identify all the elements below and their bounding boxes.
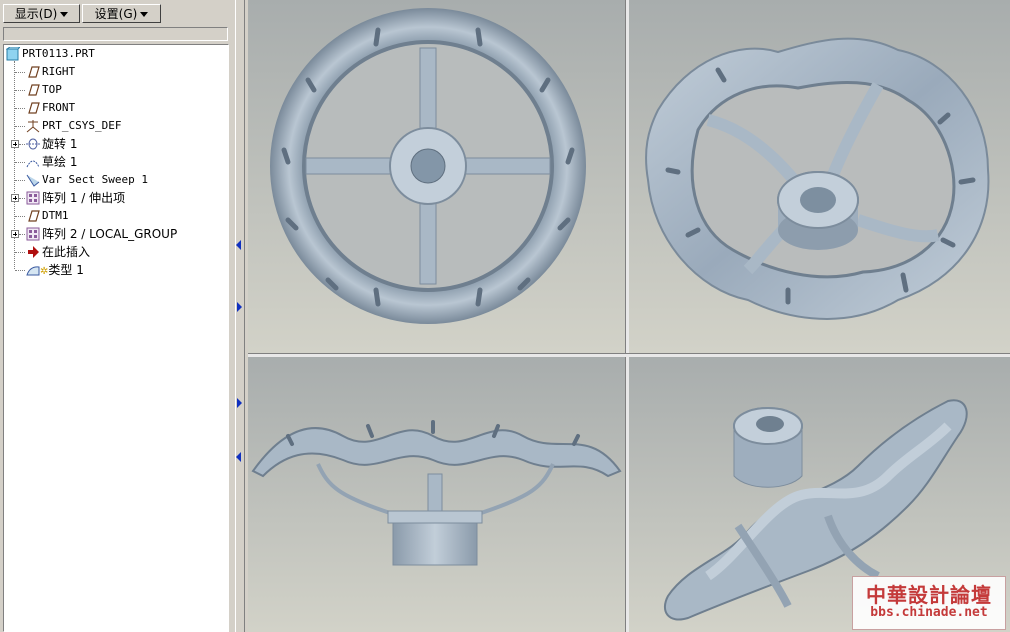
viewport-divider-vertical bbox=[625, 0, 629, 632]
viewport-top-view[interactable] bbox=[248, 0, 625, 353]
expand-toggle[interactable] bbox=[11, 230, 19, 238]
display-menu-button[interactable]: 显示(D) bbox=[3, 4, 80, 23]
expand-right-arrow-icon[interactable] bbox=[233, 300, 245, 314]
tree-item-label: RIGHT bbox=[42, 65, 76, 78]
tree-connector bbox=[15, 108, 25, 109]
model-tree[interactable]: PRT0113.PRT RIGHT TOP FRONT PRT_CSYS_DEF… bbox=[3, 44, 229, 632]
datum-plane-icon bbox=[28, 102, 40, 114]
pattern-icon bbox=[26, 191, 40, 205]
viewport-front-view[interactable] bbox=[248, 356, 625, 632]
handwheel-front-view bbox=[248, 356, 625, 632]
tree-item-label: 阵列 2 / LOCAL_GROUP bbox=[42, 227, 178, 241]
tree-item-label: Var Sect Sweep 1 bbox=[42, 173, 148, 186]
tree-connector bbox=[15, 162, 25, 163]
collapse-left-arrow-icon[interactable] bbox=[233, 450, 245, 464]
tree-connector bbox=[19, 234, 25, 235]
dropdown-arrow-icon bbox=[60, 12, 69, 17]
sweep-icon bbox=[26, 174, 40, 187]
revolve-icon bbox=[26, 138, 40, 150]
style-surface-icon bbox=[26, 266, 40, 276]
tree-connector bbox=[15, 270, 25, 271]
tree-root-label: PRT0113.PRT bbox=[22, 47, 95, 60]
splitter-bar bbox=[235, 0, 245, 632]
viewport-isometric-view[interactable] bbox=[628, 0, 1010, 353]
tree-connector bbox=[15, 252, 25, 253]
watermark-title: 中華設計論壇 bbox=[866, 583, 992, 607]
tree-item-label: 旋转 1 bbox=[42, 137, 78, 151]
datum-plane-icon bbox=[28, 66, 40, 78]
tree-connector bbox=[15, 216, 25, 217]
tree-connector bbox=[15, 180, 25, 181]
forum-watermark: 中華設計論壇 bbs.chinade.net bbox=[852, 576, 1006, 630]
tree-connector bbox=[19, 198, 25, 199]
sketch-icon bbox=[26, 160, 40, 168]
tree-item-label: DTM1 bbox=[42, 209, 69, 222]
expand-toggle[interactable] bbox=[11, 194, 19, 202]
model-tree-panel: 显示(D) 设置(G) PRT0113.PRT RIGHT TOP FRONT … bbox=[0, 0, 231, 632]
tree-item-label: ✲类型 1 bbox=[40, 262, 84, 280]
display-menu-label: 显示(D) bbox=[14, 7, 58, 21]
tree-item-label: FRONT bbox=[42, 101, 76, 114]
datum-plane-icon bbox=[28, 84, 40, 96]
part-icon bbox=[6, 47, 20, 61]
expand-right-arrow-icon[interactable] bbox=[233, 396, 245, 410]
tree-item-label: 在此插入 bbox=[42, 245, 91, 259]
viewport-divider-horizontal bbox=[248, 353, 1010, 357]
tree-item-label-text: 类型 1 bbox=[48, 263, 84, 277]
expand-toggle[interactable] bbox=[11, 140, 19, 148]
panel-splitter[interactable] bbox=[231, 0, 248, 632]
tree-connector bbox=[15, 72, 25, 73]
datum-plane-icon bbox=[28, 210, 40, 222]
watermark-url: bbs.chinade.net bbox=[870, 605, 988, 620]
csys-icon bbox=[26, 120, 40, 133]
pattern-icon bbox=[26, 227, 40, 241]
collapse-left-arrow-icon[interactable] bbox=[233, 238, 245, 252]
settings-menu-label: 设置(G) bbox=[94, 7, 138, 21]
tree-item-label: TOP bbox=[42, 83, 62, 96]
tree-item-label: 草绘 1 bbox=[42, 155, 78, 169]
tree-connector bbox=[19, 144, 25, 145]
tree-connector bbox=[15, 126, 25, 127]
dropdown-arrow-icon bbox=[140, 12, 149, 17]
handwheel-top-view bbox=[248, 0, 625, 353]
tree-filter-bar[interactable] bbox=[3, 27, 228, 41]
tree-connector bbox=[15, 90, 25, 91]
settings-menu-button[interactable]: 设置(G) bbox=[82, 4, 161, 23]
handwheel-isometric-view bbox=[628, 0, 1010, 353]
tree-item-label: 阵列 1 / 伸出项 bbox=[42, 191, 126, 205]
insert-here-arrow-icon bbox=[28, 246, 39, 258]
tree-item-label: PRT_CSYS_DEF bbox=[42, 119, 122, 132]
